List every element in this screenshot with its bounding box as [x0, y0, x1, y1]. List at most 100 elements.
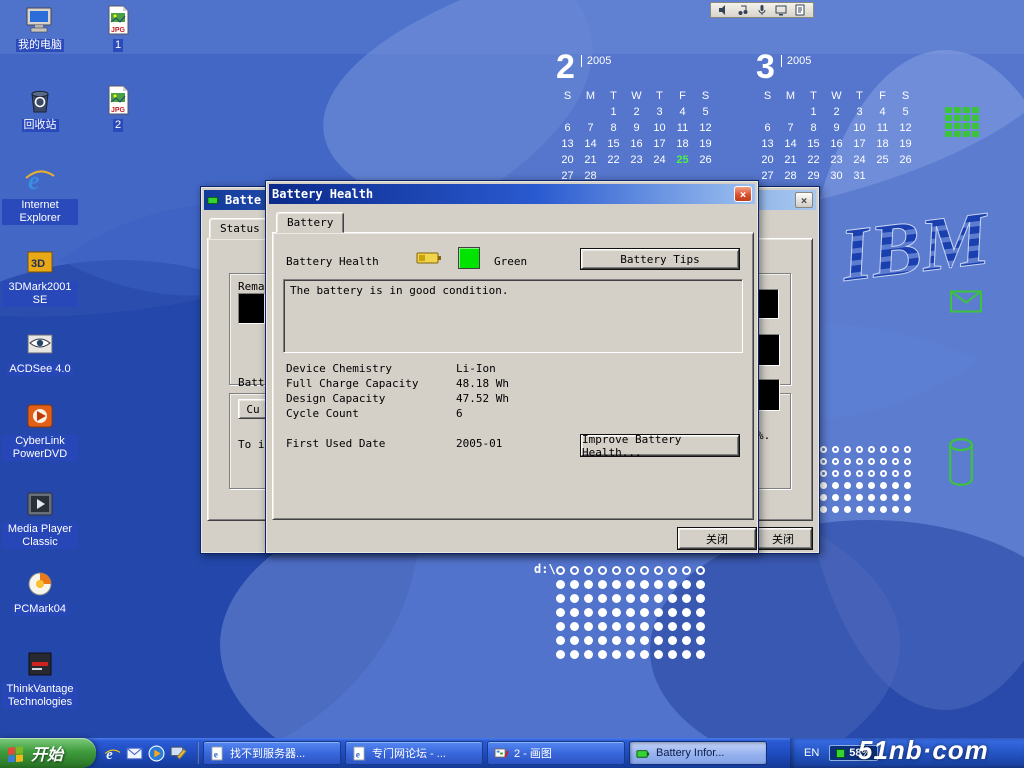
my-computer-icon: [24, 4, 56, 36]
dot: [668, 566, 677, 575]
task-button[interactable]: e找不到服务器...: [203, 741, 341, 765]
dot: [832, 506, 839, 513]
calendar-day: 9: [625, 120, 648, 136]
battery-icon: [836, 749, 845, 758]
desktop-file-label: 2: [113, 119, 123, 132]
desktop-icon-label: Internet Explorer: [2, 199, 78, 225]
dot: [868, 482, 875, 489]
dot: [682, 636, 691, 645]
task-button-label: 2 - 画图: [514, 745, 552, 761]
dot: [904, 482, 911, 489]
dot: [584, 608, 593, 617]
dot: [584, 580, 593, 589]
task-button[interactable]: Battery Infor...: [629, 741, 767, 765]
desktop-icon-powerdvd[interactable]: CyberLink PowerDVD: [2, 400, 78, 461]
dot: [820, 506, 827, 513]
dot: [856, 446, 863, 453]
dot: [856, 506, 863, 513]
tab-battery[interactable]: Battery: [276, 212, 344, 233]
jpg-file-icon: JPG: [102, 84, 134, 116]
microphone-icon[interactable]: [756, 4, 768, 16]
dot: [820, 482, 827, 489]
battery-icon: [207, 193, 221, 207]
calendar-day: 8: [802, 120, 825, 136]
calendar-day: 6: [756, 120, 779, 136]
language-indicator[interactable]: EN: [804, 747, 819, 759]
drive-label: d:\: [534, 562, 556, 576]
dot: [844, 506, 851, 513]
dot: [668, 608, 677, 617]
calendar-day: 20: [556, 152, 579, 168]
calendar-day: 23: [825, 152, 848, 168]
3dmark-icon: 3D: [24, 246, 56, 278]
desktop-icon-pcmark[interactable]: PCMark04: [2, 568, 78, 616]
task-button[interactable]: 2 - 画图: [487, 741, 625, 765]
show-desktop-icon[interactable]: [170, 745, 187, 762]
dot: [832, 482, 839, 489]
start-label: 开始: [31, 741, 63, 765]
dot: [556, 594, 565, 603]
task-button[interactable]: e专门网论坛 - ...: [345, 741, 483, 765]
display-icon[interactable]: [775, 4, 787, 16]
calendar-day: 1: [602, 104, 625, 120]
cylinder-icon: [948, 438, 974, 486]
music-note-icon[interactable]: [737, 4, 749, 16]
dialog-titlebar[interactable]: Battery Health ×: [269, 184, 755, 204]
health-label: Battery Health: [286, 255, 379, 268]
desktop-icon-thinkvantage[interactable]: ThinkVantage Technologies: [2, 648, 78, 709]
acdsee-icon: [24, 328, 56, 360]
floating-toolbar[interactable]: [710, 2, 814, 18]
svg-text:IBM: IBM: [835, 198, 995, 298]
improve-battery-health-button[interactable]: Improve Battery Health...: [581, 435, 739, 456]
calendar-day: 3: [648, 104, 671, 120]
battery-tips-button[interactable]: Battery Tips: [581, 249, 739, 269]
calendar-day: 19: [694, 136, 717, 152]
outlook-express-icon[interactable]: [126, 745, 143, 762]
internet-explorer-icon[interactable]: e: [104, 745, 121, 762]
close-button[interactable]: ×: [795, 192, 813, 208]
desktop-icon-acdsee[interactable]: ACDSee 4.0: [2, 328, 78, 376]
calendar-day: [579, 104, 602, 120]
calendar-day: 20: [756, 152, 779, 168]
desktop-icon-recycle-bin[interactable]: 回收站: [2, 84, 78, 132]
current-settings-button[interactable]: Cu: [238, 399, 268, 419]
volume-icon[interactable]: [718, 4, 730, 16]
dot: [570, 608, 579, 617]
calendar-day: 18: [871, 136, 894, 152]
dot: [892, 458, 899, 465]
calendar-day-header: W: [825, 88, 848, 104]
dot: [696, 622, 705, 631]
calendar-day: 22: [602, 152, 625, 168]
calendar-day-header: M: [579, 88, 602, 104]
envelope-icon: [950, 290, 982, 313]
close-dialog-button[interactable]: 关闭: [678, 528, 756, 549]
desktop-file-1[interactable]: JPG1: [90, 4, 146, 52]
desktop-icon-ie[interactable]: eInternet Explorer: [2, 164, 78, 225]
calendar-day: 14: [779, 136, 802, 152]
watermark: 51nb·com: [858, 735, 989, 766]
battery-health-dialog: Battery Health × Battery Battery Health …: [265, 180, 759, 554]
dot: [832, 458, 839, 465]
dot: [626, 650, 635, 659]
calendar-day: 10: [648, 120, 671, 136]
dot: [682, 580, 691, 589]
calendar-month-header: 32005: [756, 50, 926, 88]
desktop-icon-mpc[interactable]: Media Player Classic: [2, 488, 78, 549]
close-window-button[interactable]: 关闭: [754, 528, 812, 549]
calendar-day: 27: [756, 168, 779, 184]
close-button[interactable]: ×: [734, 186, 752, 202]
dot: [640, 650, 649, 659]
calendar-day: 24: [648, 152, 671, 168]
document-icon[interactable]: [794, 4, 806, 16]
start-button[interactable]: 开始: [0, 738, 96, 768]
dot: [682, 594, 691, 603]
desktop-icon-my-computer[interactable]: 我的电脑: [2, 4, 78, 52]
tab-status[interactable]: Status: [209, 218, 271, 239]
media-player-icon[interactable]: [148, 745, 165, 762]
dot: [696, 594, 705, 603]
desktop-icon-3dmark[interactable]: 3D3DMark2001 SE: [2, 246, 78, 307]
calendar-day: 18: [671, 136, 694, 152]
field-label: Cycle Count: [286, 407, 359, 420]
desktop-file-2[interactable]: JPG 2: [90, 84, 146, 132]
dot: [570, 636, 579, 645]
